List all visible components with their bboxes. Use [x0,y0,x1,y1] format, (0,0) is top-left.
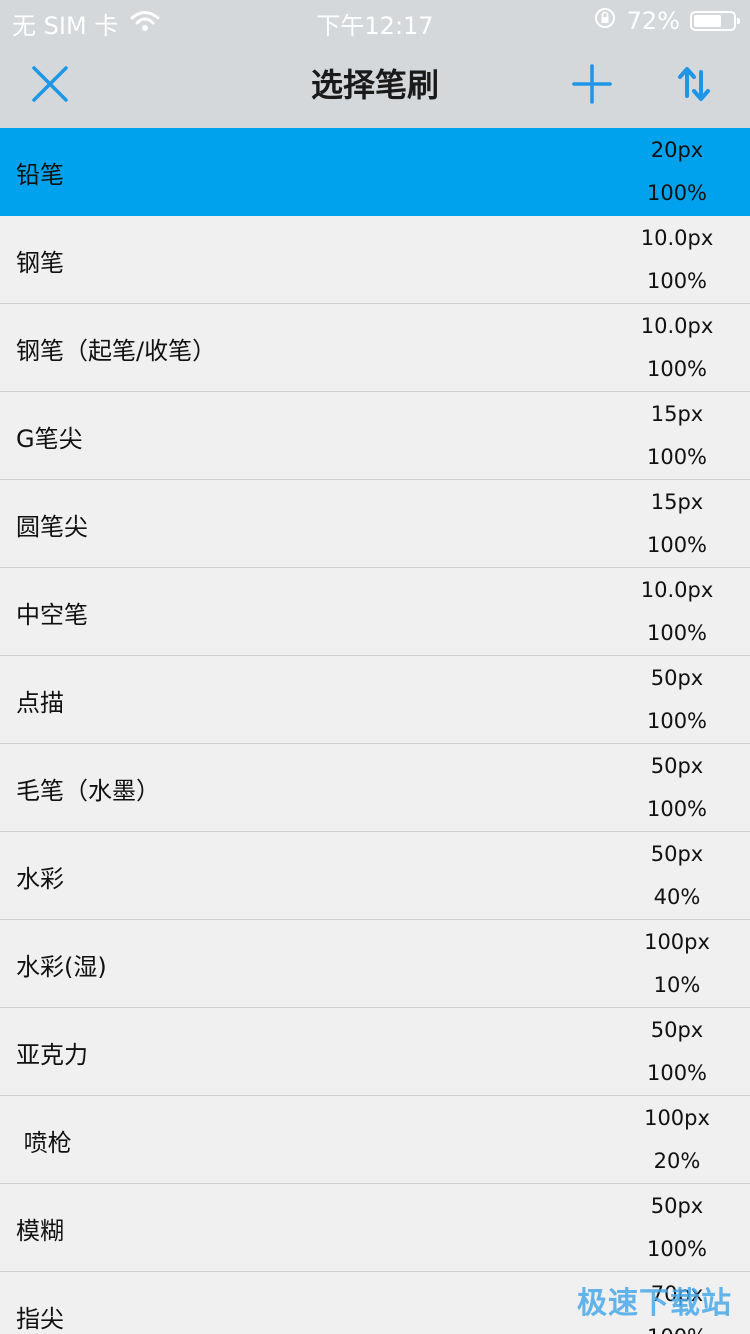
brush-size: 15px [650,490,704,514]
brush-name: 圆笔尖 [16,513,88,541]
brush-opacity: 100% [646,357,708,381]
brush-size: 10.0px [640,226,714,250]
orientation-lock-icon [593,6,617,36]
brush-row[interactable]: 模糊 50px 100% [0,1184,750,1272]
brush-size: 50px [650,666,704,690]
brush-row[interactable]: 圆笔尖 15px 100% [0,480,750,568]
brush-opacity: 20% [653,1149,701,1173]
screen: 无 SIM 卡 下午12:17 72% 选择笔刷 铅笔 20px 100% 钢笔… [0,0,750,1334]
battery-percent: 72% [626,7,680,35]
brush-row[interactable]: G笔尖 15px 100% [0,392,750,480]
brush-size: 10.0px [640,314,714,338]
brush-name: G笔尖 [16,425,83,453]
battery-icon [690,11,740,31]
page-title: 选择笔刷 [310,66,439,104]
brush-size: 15px [650,402,704,426]
brush-name: 钢笔 [16,249,64,277]
brush-row[interactable]: 点描 50px 100% [0,656,750,744]
brush-opacity: 100% [646,181,708,205]
brush-opacity: 100% [622,1325,732,1334]
brush-opacity: 100% [646,709,708,733]
sort-button[interactable] [670,60,718,108]
plus-icon [572,64,612,104]
brush-size: 50px [650,842,704,866]
brush-opacity: 100% [646,269,708,293]
brush-name: 亚克力 [16,1041,88,1069]
brush-name: 钢笔（起笔/收笔） [16,337,217,365]
brush-opacity: 100% [646,445,708,469]
brush-name: 中空笔 [16,601,88,629]
brush-size: 50px [650,1194,704,1218]
navigation-bar: 选择笔刷 [0,40,750,128]
brush-opacity: 40% [653,885,701,909]
add-brush-button[interactable] [568,60,616,108]
brush-row[interactable]: 水彩(湿) 100px 10% [0,920,750,1008]
brush-row[interactable]: 喷枪 100px 20% [0,1096,750,1184]
brush-row[interactable]: 毛笔（水墨） 50px 100% [0,744,750,832]
brush-opacity: 10% [653,973,701,997]
brush-name: 喷枪 [16,1129,72,1157]
brush-size: 100px [644,930,710,954]
brush-name: 点描 [16,689,64,717]
brush-size: 20px [650,138,704,162]
brush-name: 指尖 [16,1305,64,1333]
status-right: 72% [593,6,740,36]
brush-row[interactable]: 钢笔 10.0px 100% [0,216,750,304]
brush-name: 铅笔 [16,161,64,189]
brush-opacity: 100% [646,621,708,645]
brush-size: 100px [644,1106,710,1130]
brush-row[interactable]: 铅笔 20px 100% [0,128,750,216]
brush-name: 水彩(湿) [16,953,107,981]
watermark: 极速下载站 [577,1286,732,1321]
brush-row[interactable]: 中空笔 10.0px 100% [0,568,750,656]
brush-size: 50px [650,1018,704,1042]
brush-list: 铅笔 20px 100% 钢笔 10.0px 100% 钢笔（起笔/收笔） 10.0px 100… [0,128,750,1334]
brush-name: 模糊 [16,1217,64,1245]
brush-opacity: 100% [646,1061,708,1085]
brush-opacity: 100% [646,797,708,821]
brush-row[interactable]: 钢笔（起笔/收笔） 10.0px 100% [0,304,750,392]
brush-name: 水彩 [16,865,64,893]
sort-arrows-icon [678,67,710,101]
battery-fill [694,15,721,27]
brush-opacity: 100% [646,1237,708,1261]
brush-size: 50px [650,754,704,778]
brush-row[interactable]: 亚克力 50px 100% [0,1008,750,1096]
status-bar: 无 SIM 卡 下午12:17 72% [0,0,750,40]
brush-opacity: 100% [646,533,708,557]
brush-size: 10.0px [640,578,714,602]
top-bar: 无 SIM 卡 下午12:17 72% 选择笔刷 [0,0,750,128]
brush-row[interactable]: 水彩 50px 40% [0,832,750,920]
brush-name: 毛笔（水墨） [16,777,160,805]
